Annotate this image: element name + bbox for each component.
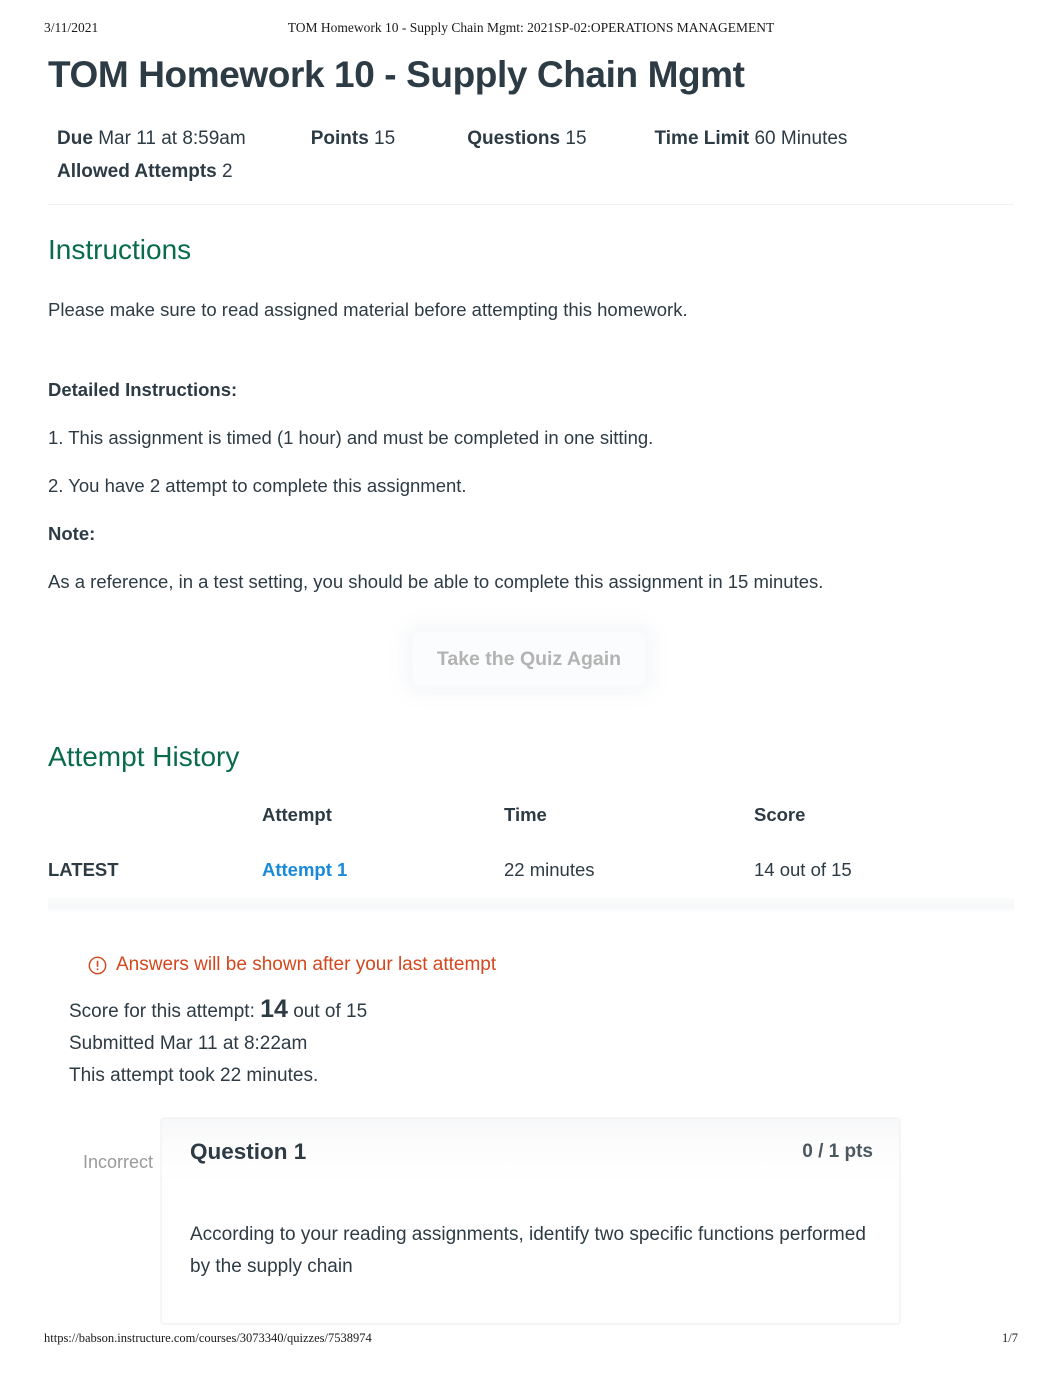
instructions-intro: Please make sure to read assigned materi… — [48, 299, 688, 320]
detailed-instructions-heading: Detailed Instructions: — [48, 379, 238, 400]
print-footer: https://babson.instructure.com/courses/3… — [0, 1331, 1062, 1349]
instruction-item-1: 1. This assignment is timed (1 hour) and… — [48, 427, 654, 448]
attempt-link-cell: Attempt 1 — [262, 848, 504, 892]
attempt-time-cell: 22 minutes — [504, 859, 595, 880]
column-header-flag — [48, 804, 262, 848]
instruction-item-2: 2. You have 2 attempt to complete this a… — [48, 475, 467, 496]
score-value: 14 — [260, 995, 288, 1023]
meta-due-value: Mar 11 at 8:59am — [98, 128, 246, 149]
instructions-heading: Instructions — [48, 234, 192, 265]
score-suffix: out of 15 — [293, 1001, 368, 1022]
column-header-time: Time — [504, 804, 547, 825]
score-prefix: Score for this attempt: — [69, 1001, 255, 1022]
meta-questions: Questions 15 — [467, 122, 586, 155]
question-text: According to your reading assignments, i… — [190, 1224, 866, 1277]
divider — [48, 204, 1014, 205]
meta-time-limit-label: Time Limit — [654, 128, 750, 149]
attempt-summary: Score for this attempt: 14 out of 15 Sub… — [48, 996, 1014, 1092]
meta-due: Due Mar 11 at 8:59am — [57, 122, 246, 155]
attempt-history-table: Attempt Time Score LATEST Attempt 1 22 m… — [48, 804, 1014, 892]
table-bottom-band — [48, 898, 1014, 914]
question-points: 0 / 1 pts — [802, 1141, 873, 1162]
column-header-attempt: Attempt — [262, 804, 332, 825]
quiz-meta: Due Mar 11 at 8:59am Points 15 Questions 1… — [48, 122, 1014, 188]
meta-points: Points 15 — [311, 122, 395, 155]
meta-points-label: Points — [310, 128, 369, 149]
meta-questions-label: Questions — [467, 128, 561, 149]
page-title: TOM Homework 10 - Supply Chain Mgmt — [48, 54, 745, 95]
take-the-quiz-again-button[interactable]: Take the Quiz Again — [413, 632, 645, 686]
quiz-content: TOM Homework 10 - Supply Chain Mgmt Due … — [48, 52, 1014, 1324]
printed-quiz-page: 3/11/2021 TOM Homework 10 - Supply Chain… — [0, 0, 1062, 1377]
question-title: Question 1 — [190, 1139, 307, 1164]
answers-shown-warning: Answers will be shown after your last at… — [48, 954, 1014, 976]
meta-allowed-attempts: Allowed Attempts 2 — [57, 155, 233, 188]
warning-text: Answers will be shown after your last at… — [116, 954, 497, 975]
attempt-score-line: Score for this attempt: 14 out of 15 — [69, 996, 1014, 1028]
print-footer-page-number: 1/7 — [1002, 1331, 1018, 1345]
meta-points-value: 15 — [374, 128, 396, 149]
attempt-duration-line: This attempt took 22 minutes. — [69, 1065, 319, 1086]
meta-allowed-attempts-value: 2 — [222, 161, 233, 182]
meta-time-limit-value: 60 Minutes — [754, 128, 848, 149]
table-header-row: Attempt Time Score — [48, 804, 1014, 848]
meta-due-label: Due — [57, 128, 93, 149]
print-footer-url: https://babson.instructure.com/courses/3… — [44, 1331, 372, 1345]
question-block: Incorrect Question 1 0 / 1 pts According… — [48, 1118, 1014, 1324]
question-card: Question 1 0 / 1 pts According to your r… — [161, 1118, 900, 1324]
meta-questions-value: 15 — [565, 128, 587, 149]
attempt-score-cell: 14 out of 15 — [754, 859, 852, 880]
attempt-submitted-line: Submitted Mar 11 at 8:22am — [69, 1033, 308, 1054]
question-card-header: Question 1 0 / 1 pts — [162, 1119, 899, 1185]
attempt-latest-flag: LATEST — [48, 859, 119, 880]
print-header: 3/11/2021 TOM Homework 10 - Supply Chain… — [0, 20, 1062, 40]
column-header-score: Score — [754, 804, 806, 825]
warning-circle-icon — [88, 956, 107, 974]
table-row: LATEST Attempt 1 22 minutes 14 out of 15 — [48, 848, 1014, 892]
retake-button-wrap: Take the Quiz Again — [48, 612, 1014, 712]
meta-allowed-attempts-label: Allowed Attempts — [57, 161, 217, 182]
print-header-title: TOM Homework 10 - Supply Chain Mgmt: 202… — [287, 20, 775, 35]
meta-time-limit: Time Limit 60 Minutes — [655, 122, 848, 155]
attempt-1-link[interactable]: Attempt 1 — [262, 859, 347, 880]
note-heading: Note: — [48, 523, 96, 544]
note-text: As a reference, in a test setting, you s… — [48, 571, 824, 592]
attempt-history-heading: Attempt History — [48, 741, 240, 772]
